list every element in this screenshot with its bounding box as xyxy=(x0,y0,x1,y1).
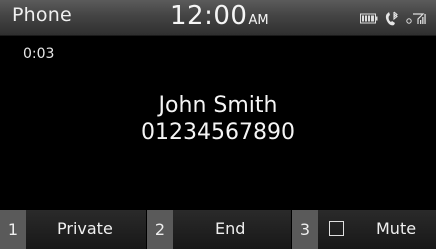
clock-ampm: AM xyxy=(248,13,269,28)
status-bar: Phone 12:00AM xyxy=(0,0,436,36)
mute-button[interactable]: 3 Mute xyxy=(291,210,436,249)
app-title: Phone xyxy=(12,4,72,26)
end-call-button[interactable]: 2 End xyxy=(146,210,291,249)
battery-icon xyxy=(360,13,378,24)
mute-checkbox[interactable] xyxy=(329,221,344,236)
status-icons xyxy=(360,9,426,27)
phone-call-screen: Phone 12:00AM 0:03 John Smith 0123456789… xyxy=(0,0,436,249)
softkey-label: End xyxy=(215,219,246,238)
private-button[interactable]: 1 Private xyxy=(0,210,146,249)
call-duration: 0:03 xyxy=(23,46,55,62)
caller-info: John Smith 01234567890 xyxy=(0,92,436,146)
softkey-number: 2 xyxy=(147,210,173,249)
softkey-number: 3 xyxy=(292,210,318,249)
caller-number: 01234567890 xyxy=(141,120,295,145)
softkey-bar: 1 Private 2 End 3 Mute xyxy=(0,210,436,249)
bluetooth-handsfree-icon xyxy=(384,10,400,27)
softkey-label: Mute xyxy=(376,219,417,238)
softkey-number: 1 xyxy=(0,210,26,249)
clock: 12:00AM xyxy=(170,1,269,31)
caller-name: John Smith xyxy=(158,93,278,118)
softkey-label: Private xyxy=(57,219,113,238)
clock-time: 12:00 xyxy=(170,1,248,31)
signal-strength-icon xyxy=(406,11,426,25)
